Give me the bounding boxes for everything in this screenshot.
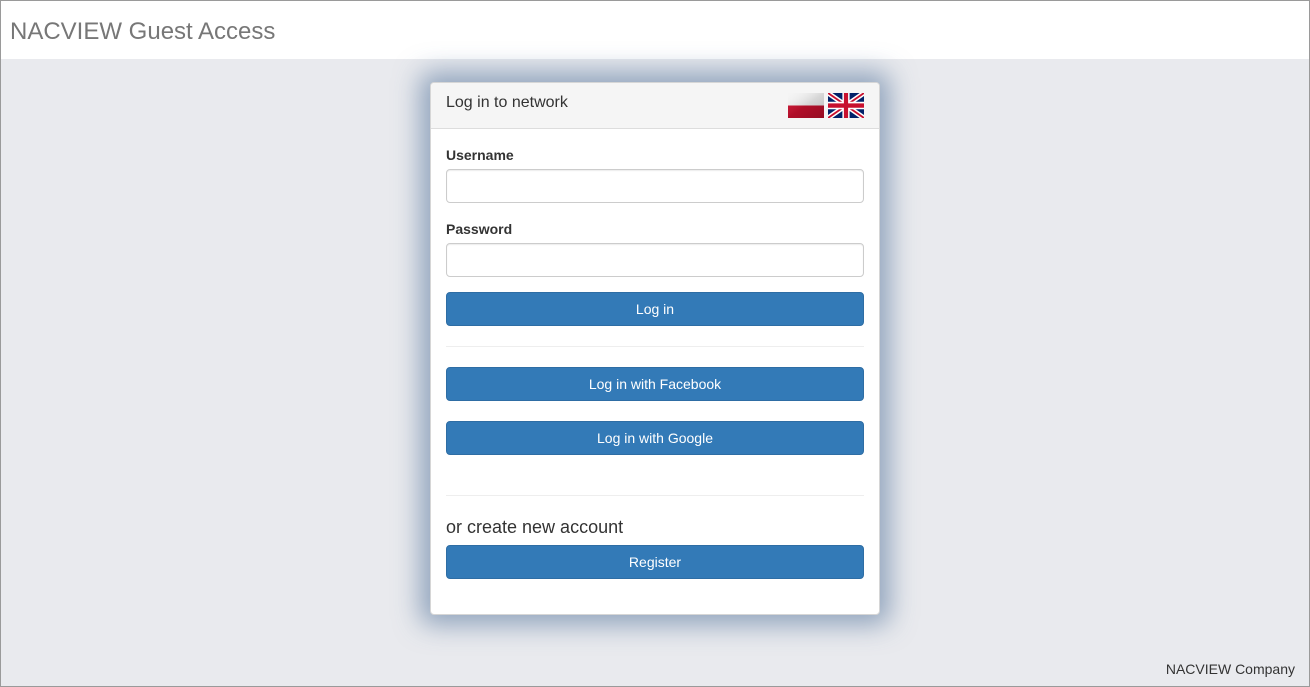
poland-flag-icon[interactable] — [788, 93, 824, 118]
login-panel: Log in to network Username Password Log — [430, 82, 880, 615]
top-bar: NACVIEW Guest Access — [0, 0, 1310, 59]
uk-flag-icon[interactable] — [828, 93, 864, 118]
login-panel-heading: Log in to network — [431, 83, 879, 129]
register-button[interactable]: Register — [446, 545, 864, 579]
password-label: Password — [446, 221, 513, 237]
google-login-button[interactable]: Log in with Google — [446, 421, 864, 455]
username-input[interactable] — [446, 169, 864, 203]
login-panel-title: Log in to network — [446, 94, 568, 111]
username-label: Username — [446, 147, 514, 163]
divider — [446, 346, 864, 347]
password-input[interactable] — [446, 243, 864, 277]
divider — [446, 495, 864, 496]
create-account-text: or create new account — [446, 517, 624, 537]
facebook-login-button[interactable]: Log in with Facebook — [446, 367, 864, 401]
app-title: NACVIEW Guest Access — [10, 18, 276, 45]
footer-company: NACVIEW Company — [1165, 661, 1295, 677]
login-button[interactable]: Log in — [446, 292, 864, 326]
